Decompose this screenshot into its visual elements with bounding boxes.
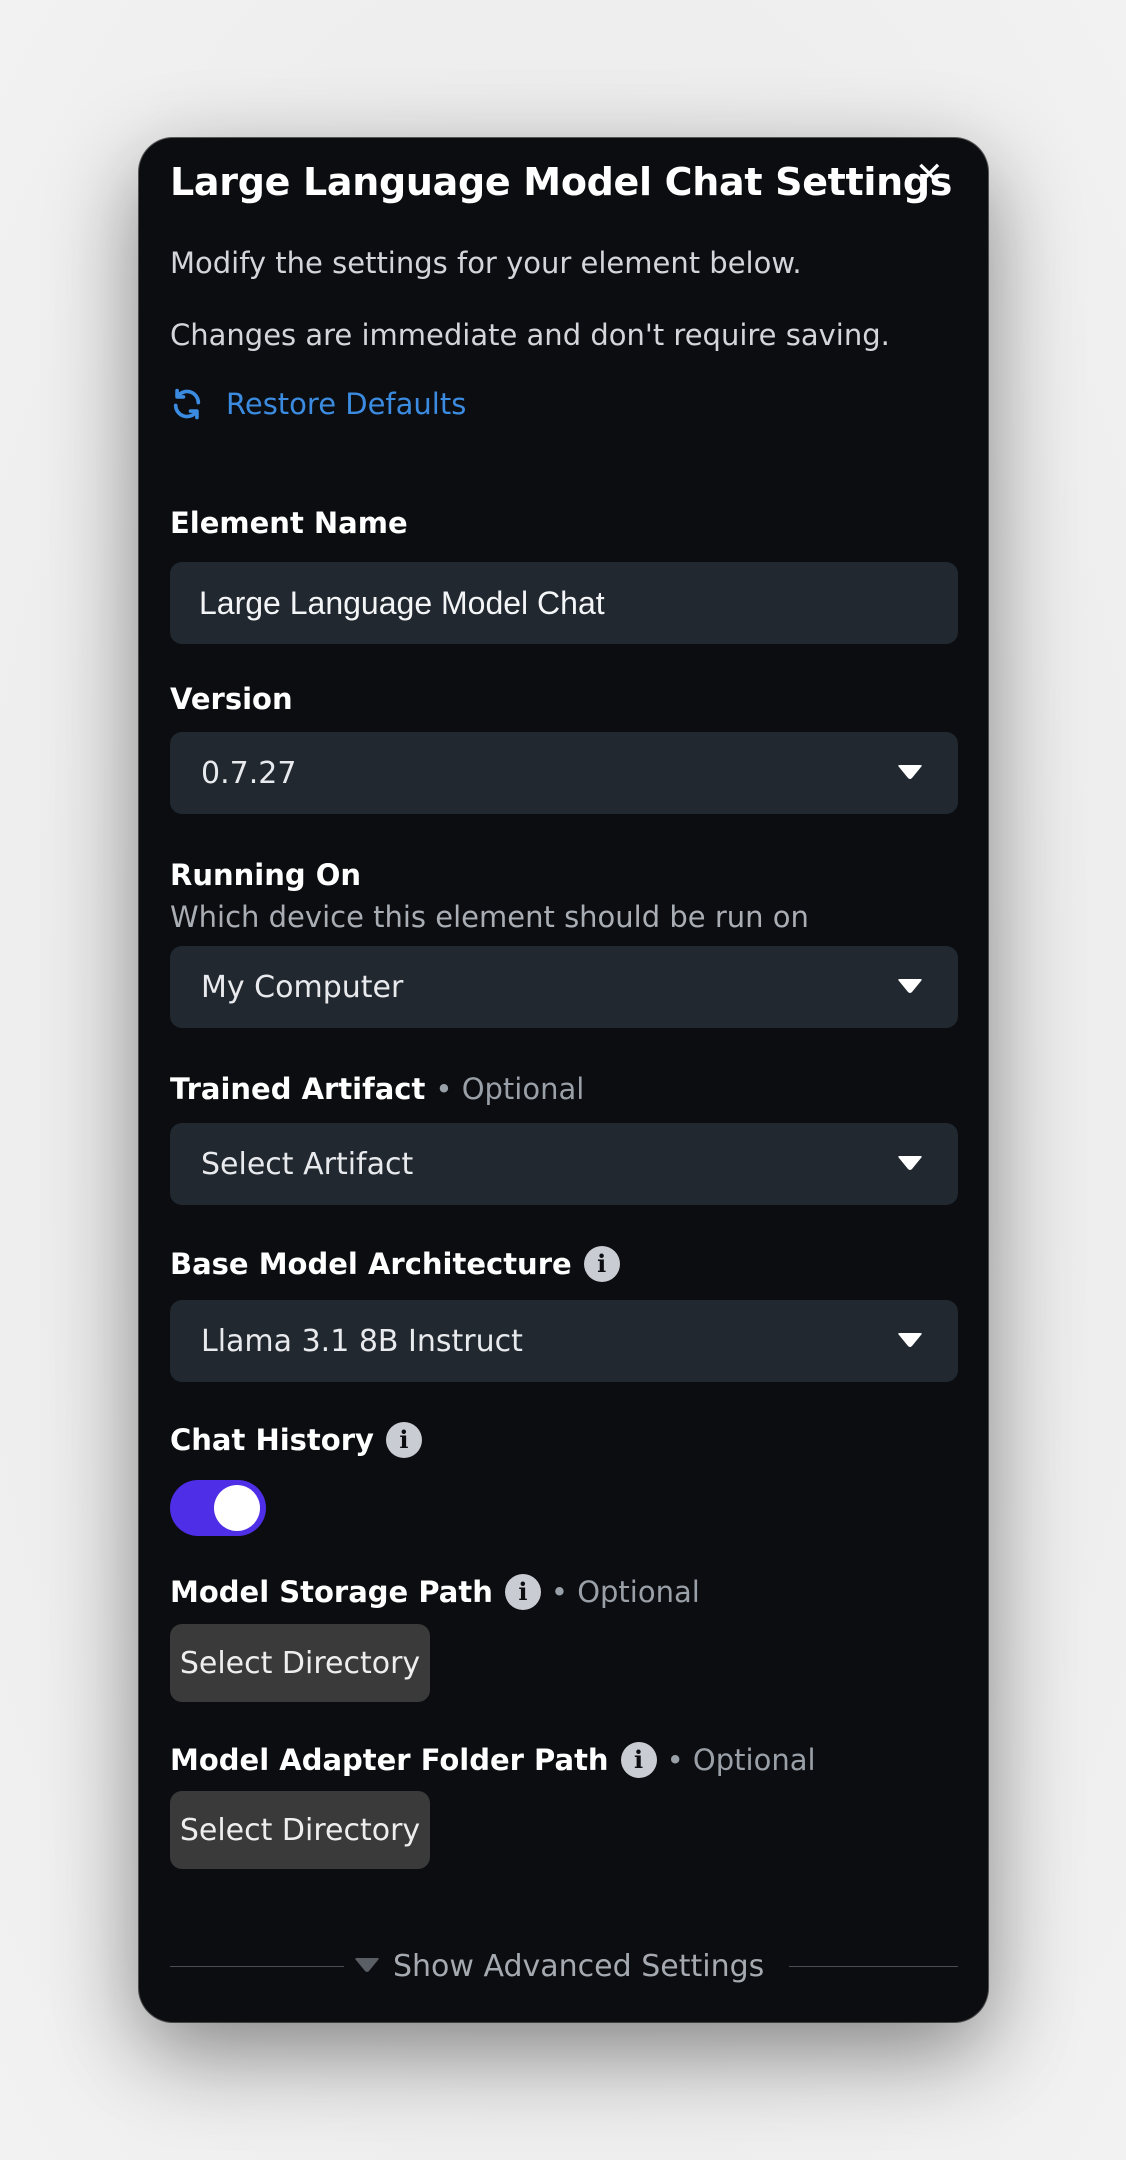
- divider-right: [789, 1966, 958, 1967]
- trained-artifact-value: Select Artifact: [201, 1146, 414, 1182]
- element-name-value: Large Language Model Chat: [199, 584, 605, 621]
- info-icon[interactable]: i: [620, 1742, 657, 1778]
- element-name-input[interactable]: Large Language Model Chat: [170, 562, 958, 644]
- running-on-value: My Computer: [201, 969, 404, 1005]
- base-model-label: Base Model Architecture i: [170, 1246, 620, 1282]
- trained-artifact-select[interactable]: Select Artifact: [170, 1123, 958, 1205]
- chevron-down-icon: [898, 979, 922, 993]
- panel-title: Large Language Model Chat Settings: [170, 160, 953, 204]
- chevron-down-icon: [898, 1156, 922, 1170]
- model-storage-path-label: Model Storage Path i • Optional: [170, 1574, 700, 1610]
- element-name-label: Element Name: [170, 506, 408, 540]
- select-adapter-directory-button[interactable]: Select Directory: [170, 1791, 430, 1869]
- info-icon[interactable]: i: [385, 1422, 422, 1458]
- running-on-label: Running On: [170, 858, 361, 892]
- base-model-label-text: Base Model Architecture: [170, 1247, 572, 1281]
- chevron-down-icon: [898, 1333, 922, 1347]
- element-name-label-text: Element Name: [170, 506, 408, 540]
- version-value: 0.7.27: [201, 755, 297, 791]
- show-advanced-settings-label: Show Advanced Settings: [393, 1948, 765, 1984]
- adapter-folder-path-label: Model Adapter Folder Path i • Optional: [170, 1742, 816, 1778]
- running-on-hint: Which device this element should be run …: [170, 900, 809, 934]
- running-on-label-text: Running On: [170, 858, 362, 892]
- chat-history-label: Chat History i: [170, 1422, 422, 1458]
- adapter-folder-path-label-text: Model Adapter Folder Path: [170, 1743, 609, 1777]
- info-icon[interactable]: i: [583, 1246, 620, 1282]
- base-model-value: Llama 3.1 8B Instruct: [201, 1323, 523, 1359]
- optional-tag: • Optional: [550, 1575, 700, 1609]
- base-model-select[interactable]: Llama 3.1 8B Instruct: [170, 1300, 958, 1382]
- description-line-2: Changes are immediate and don't require …: [170, 318, 890, 352]
- trained-artifact-label-text: Trained Artifact: [170, 1072, 426, 1106]
- version-label: Version: [170, 682, 293, 716]
- show-advanced-settings-toggle[interactable]: Show Advanced Settings: [353, 1944, 764, 1988]
- running-on-select[interactable]: My Computer: [170, 946, 958, 1028]
- optional-tag: • Optional: [435, 1072, 585, 1106]
- info-icon[interactable]: i: [504, 1574, 541, 1610]
- select-directory-button[interactable]: Select Directory: [170, 1624, 430, 1702]
- version-select[interactable]: 0.7.27: [170, 732, 958, 814]
- version-label-text: Version: [170, 682, 293, 716]
- restore-defaults-link[interactable]: Restore Defaults: [170, 384, 466, 424]
- model-storage-path-label-text: Model Storage Path: [170, 1575, 493, 1609]
- close-icon[interactable]: ✕: [915, 158, 944, 192]
- divider-left: [170, 1966, 344, 1967]
- optional-tag: • Optional: [666, 1743, 816, 1777]
- chevron-down-icon: [355, 1958, 379, 1972]
- trained-artifact-label: Trained Artifact • Optional: [170, 1072, 584, 1106]
- description-line-1: Modify the settings for your element bel…: [170, 246, 802, 280]
- toggle-knob: [214, 1485, 260, 1531]
- chat-history-toggle[interactable]: [170, 1480, 266, 1536]
- restore-defaults-label: Restore Defaults: [226, 387, 467, 421]
- chevron-down-icon: [898, 765, 922, 779]
- chat-history-label-text: Chat History: [170, 1423, 374, 1457]
- settings-panel: Large Language Model Chat Settings ✕ Mod…: [139, 138, 988, 2022]
- refresh-icon: [173, 388, 201, 420]
